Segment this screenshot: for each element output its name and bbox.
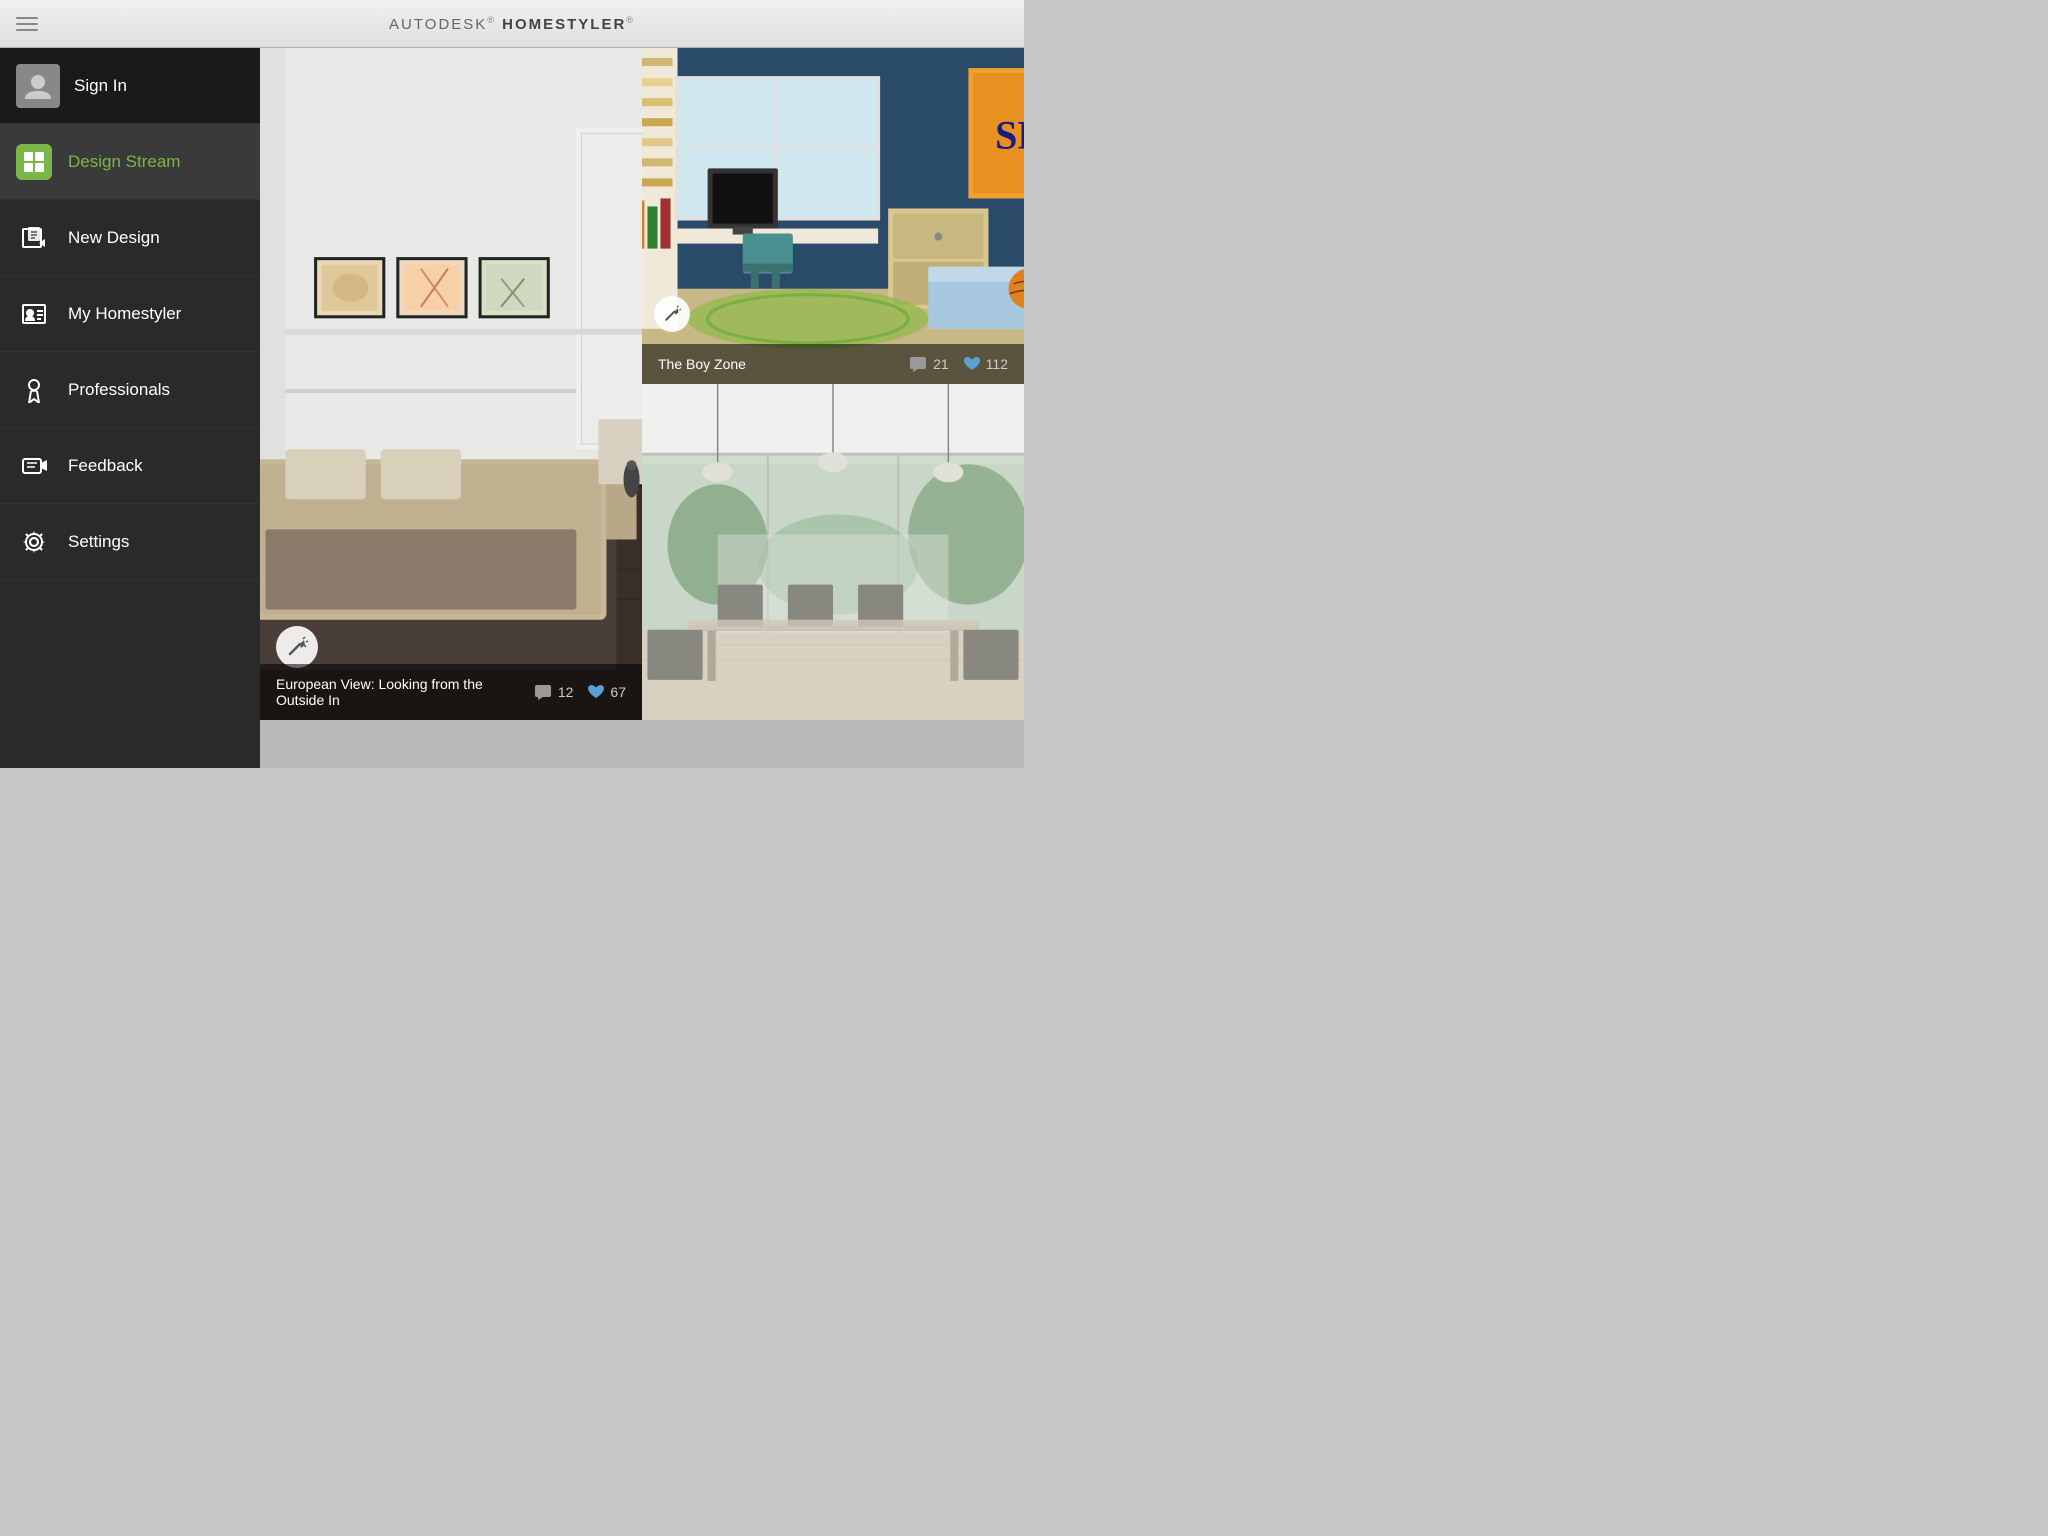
my-homestyler-icon	[16, 296, 52, 332]
card2-overlay: The Boy Zone 21	[642, 344, 1024, 384]
sidebar-item-settings[interactable]: Settings	[0, 504, 260, 580]
card-large-bedroom[interactable]: European View: Looking from the Outside …	[260, 48, 642, 720]
app-title-prefix: AUTODESK	[389, 16, 487, 33]
feedback-icon	[16, 448, 52, 484]
card2-comments: 21	[910, 356, 949, 372]
settings-label: Settings	[68, 532, 129, 552]
hamburger-line-3	[16, 29, 38, 31]
card1-stats: 12 67	[535, 684, 626, 700]
card2-stats: 21 112	[910, 356, 1008, 372]
sidebar-item-professionals[interactable]: Professionals	[0, 352, 260, 428]
design-stream-label: Design Stream	[68, 152, 180, 172]
topbar: AUTODESK® HOMESTYLER®	[0, 0, 1024, 48]
feedback-label: Feedback	[68, 456, 143, 476]
my-homestyler-label: My Homestyler	[68, 304, 181, 324]
card1-wand-button[interactable]	[276, 626, 318, 668]
app-title: AUTODESK® HOMESTYLER®	[389, 15, 635, 33]
sidebar-sign-in[interactable]: Sign In	[0, 48, 260, 124]
sidebar-item-new-design[interactable]: New Design	[0, 200, 260, 276]
card1-title: European View: Looking from the Outside …	[276, 676, 535, 708]
comment-icon	[535, 685, 553, 700]
card2-title: The Boy Zone	[658, 356, 746, 372]
sign-in-label: Sign In	[74, 76, 127, 96]
card2-like-count: 112	[986, 356, 1008, 372]
card-small-boyzone[interactable]: SF	[642, 48, 1024, 384]
boyzone-scene-svg: SF	[642, 48, 1024, 384]
avatar-icon	[23, 71, 53, 101]
sidebar-item-my-homestyler[interactable]: My Homestyler	[0, 276, 260, 352]
svg-text:SF: SF	[995, 112, 1024, 157]
card-small-livingroom[interactable]	[642, 384, 1024, 720]
professionals-label: Professionals	[68, 380, 170, 400]
design-grid: European View: Looking from the Outside …	[260, 48, 1024, 720]
card1-overlay: European View: Looking from the Outside …	[260, 664, 642, 720]
content-area: European View: Looking from the Outside …	[260, 48, 1024, 768]
card1-like-count: 67	[610, 684, 626, 700]
settings-icon	[16, 524, 52, 560]
professionals-icon	[16, 372, 52, 408]
wand-icon	[286, 636, 308, 658]
card1-comment-count: 12	[558, 684, 574, 700]
card1-comments: 12	[535, 684, 574, 700]
card2-wand-button[interactable]	[654, 296, 690, 332]
design-stream-icon	[16, 144, 52, 180]
card2-likes: 112	[963, 356, 1008, 372]
card1-likes: 67	[587, 684, 626, 700]
comment-icon-2	[910, 357, 928, 372]
sidebar-item-design-stream[interactable]: Design Stream	[0, 124, 260, 200]
heart-icon	[587, 684, 605, 700]
heart-icon-2	[963, 356, 981, 372]
avatar	[16, 64, 60, 108]
hamburger-line-2	[16, 23, 38, 25]
app-title-main: HOMESTYLER	[502, 16, 626, 33]
hamburger-menu[interactable]	[16, 17, 38, 31]
sidebar: Sign In Design Stream	[0, 48, 260, 768]
bedroom-scene-svg	[260, 48, 642, 720]
new-design-label: New Design	[68, 228, 160, 248]
card2-comment-count: 21	[933, 356, 949, 372]
wand-icon-2	[663, 305, 681, 323]
hamburger-line-1	[16, 17, 38, 19]
main-container: Sign In Design Stream	[0, 48, 1024, 768]
bottom-strip	[260, 720, 1024, 768]
livingroom-scene-svg	[642, 384, 1024, 720]
sidebar-item-feedback[interactable]: Feedback	[0, 428, 260, 504]
new-design-icon	[16, 220, 52, 256]
